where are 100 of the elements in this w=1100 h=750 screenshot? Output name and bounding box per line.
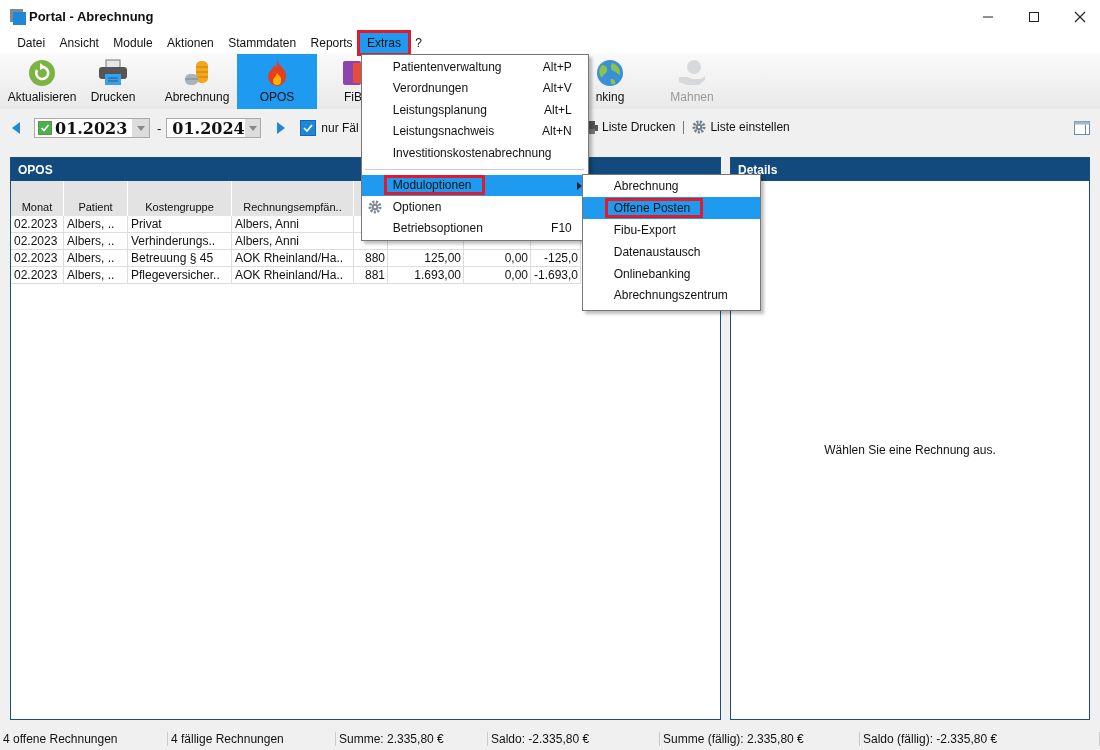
table-cell: Albers, .. bbox=[64, 250, 128, 267]
toolbar-label: Drucken bbox=[90, 90, 136, 104]
toolbar-button[interactable]: Abrechnung bbox=[158, 54, 236, 109]
menu-entry-label: Onlinebanking bbox=[613, 266, 691, 281]
refresh-icon bbox=[28, 59, 56, 87]
menu-entry-label: Fibu-Export bbox=[613, 223, 676, 237]
table-cell: 0,00 bbox=[464, 267, 531, 284]
toolbar-button[interactable]: OPOS bbox=[237, 54, 317, 109]
toolbar-label: FiB bbox=[344, 90, 362, 104]
table-cell: Pflegeversicher.. bbox=[128, 267, 232, 284]
menu-entry-label: Moduloptionen bbox=[383, 175, 485, 196]
table-cell: 880 bbox=[354, 250, 388, 267]
previous-arrow-icon[interactable] bbox=[12, 122, 20, 134]
status-text: Summe (fällig): 2.335,80 € bbox=[660, 732, 860, 746]
menu-entry[interactable]: Onlinebanking bbox=[582, 262, 760, 285]
menu-item[interactable]: Reports bbox=[303, 33, 360, 53]
checkbox[interactable] bbox=[300, 120, 317, 136]
table-cell: 02.2023 bbox=[11, 267, 64, 284]
table-cell: Albers, Anni bbox=[232, 216, 354, 233]
table-cell: AOK Rheinland/Ha.. bbox=[232, 267, 354, 284]
maximize-icon[interactable] bbox=[1028, 10, 1040, 23]
menu-entry-label: Betriebsoptionen bbox=[392, 221, 483, 236]
toolbar-label: Abrechnung bbox=[164, 90, 230, 104]
table-cell: Privat bbox=[128, 216, 232, 233]
table-cell: 0,00 bbox=[464, 250, 531, 267]
dropdown-caret-icon bbox=[248, 125, 257, 131]
toolbar-button[interactable]: nking bbox=[590, 54, 630, 109]
app-icon bbox=[10, 8, 26, 25]
menu-item[interactable]: Module bbox=[106, 33, 160, 53]
dropdown-caret-icon bbox=[136, 125, 145, 131]
table-cell: 02.2023 bbox=[11, 233, 64, 250]
status-text: 4 fällige Rechnungen bbox=[168, 732, 336, 746]
toolbar-link[interactable]: Liste einstellen bbox=[692, 120, 790, 134]
table-cell: AOK Rheinland/Ha.. bbox=[232, 250, 354, 267]
menu-entry-label: Verordnungen bbox=[392, 81, 469, 96]
toolbar-label: Aktualisieren bbox=[7, 90, 77, 104]
menu-entry[interactable]: Datenaustausch bbox=[582, 240, 760, 263]
table-cell: Albers, Anni bbox=[232, 233, 354, 250]
menu-item[interactable]: Extras bbox=[359, 33, 409, 53]
table-cell: Albers, .. bbox=[64, 233, 128, 250]
close-icon[interactable] bbox=[1074, 10, 1086, 23]
toolbar-link[interactable]: Liste Drucken bbox=[585, 120, 676, 134]
status-text: Summe: 2.335,80 € bbox=[336, 732, 488, 746]
menu-entry[interactable]: Offene Posten bbox=[582, 197, 760, 220]
settings-icon bbox=[692, 120, 707, 134]
menu-entry[interactable]: Abrechnungszentrum bbox=[582, 284, 760, 307]
toolbar-label: nking bbox=[595, 90, 625, 104]
checkbox[interactable] bbox=[38, 121, 52, 135]
table-cell: Betreuung § 45 bbox=[128, 250, 232, 267]
menu-item[interactable]: Stammdaten bbox=[220, 33, 304, 53]
menu-item[interactable]: Aktionen bbox=[159, 33, 221, 53]
menu-item[interactable]: Ansicht bbox=[52, 33, 107, 53]
hand-coin-icon bbox=[677, 59, 707, 87]
status-text: Saldo: -2.335,80 € bbox=[488, 732, 660, 746]
settings-icon bbox=[367, 200, 382, 214]
menu-entry-label: Leistungsplanung bbox=[392, 102, 487, 117]
table-cell: -1.693,0 bbox=[531, 267, 581, 284]
table-cell: Albers, .. bbox=[64, 216, 128, 233]
shortcut-label: Alt+P bbox=[542, 59, 572, 74]
toolbar-button[interactable]: Drucken bbox=[84, 54, 142, 109]
flame-icon bbox=[265, 59, 289, 87]
table-cell: 02.2023 bbox=[11, 250, 64, 267]
toolbar-label: OPOS bbox=[259, 90, 295, 104]
globe-icon bbox=[596, 59, 624, 87]
menu-entry[interactable]: Leistungsnachweis Alt+N bbox=[361, 120, 588, 142]
month-combo[interactable]: 01.2024 bbox=[166, 118, 262, 138]
empty-message: Wählen Sie eine Rechnung aus. bbox=[824, 443, 996, 457]
table-cell: 02.2023 bbox=[11, 216, 64, 233]
column-header[interactable]: Patient bbox=[64, 198, 128, 216]
month-combo[interactable]: 01.2023 bbox=[34, 118, 150, 138]
shortcut-label: Alt+L bbox=[544, 102, 572, 117]
menu-entry-label: Abrechnungszentrum bbox=[613, 288, 728, 303]
shortcut-label: Alt+N bbox=[542, 124, 572, 139]
menu-item[interactable]: ? bbox=[408, 33, 430, 53]
submenu-arrow-icon bbox=[576, 181, 582, 190]
table-cell: Verhinderungs.. bbox=[128, 233, 232, 250]
table-cell: Albers, .. bbox=[64, 267, 128, 284]
column-header[interactable]: Monat bbox=[11, 198, 64, 216]
menu-entry-label: Leistungsnachweis bbox=[392, 124, 495, 139]
toolbar-button[interactable]: Aktualisieren bbox=[2, 54, 82, 109]
table-cell: 125,00 bbox=[388, 250, 464, 267]
table-cell: -125,0 bbox=[531, 250, 581, 267]
column-header[interactable]: Rechnungsempfän.. bbox=[232, 198, 354, 216]
menu-item[interactable]: Datei bbox=[10, 33, 53, 53]
menu-entry-label: Abrechnung bbox=[613, 179, 679, 194]
column-header[interactable]: Kostengruppe bbox=[128, 198, 232, 216]
table-cell: 881 bbox=[354, 267, 388, 284]
menu-entry-label: Optionen bbox=[392, 199, 442, 214]
range-separator: - bbox=[157, 120, 162, 136]
status-text: 4 offene Rechnungen bbox=[0, 732, 168, 746]
panel-toggle-icon[interactable] bbox=[1074, 121, 1090, 135]
table-cell: 1.693,00 bbox=[388, 267, 464, 284]
menu-entry-label: Investitionskostenabrechnung bbox=[392, 145, 552, 160]
toolbar-label: Mahnen bbox=[670, 90, 714, 104]
menu-entry[interactable]: Fibu-Export bbox=[582, 219, 760, 241]
window-title: Portal - Abrechnung bbox=[29, 9, 154, 24]
status-text: Saldo (fällig): -2.335,80 € bbox=[860, 732, 1100, 746]
next-arrow-icon[interactable] bbox=[277, 122, 286, 134]
menu-entry-label: Offene Posten bbox=[604, 198, 704, 219]
shortcut-label: Alt+V bbox=[542, 81, 572, 96]
